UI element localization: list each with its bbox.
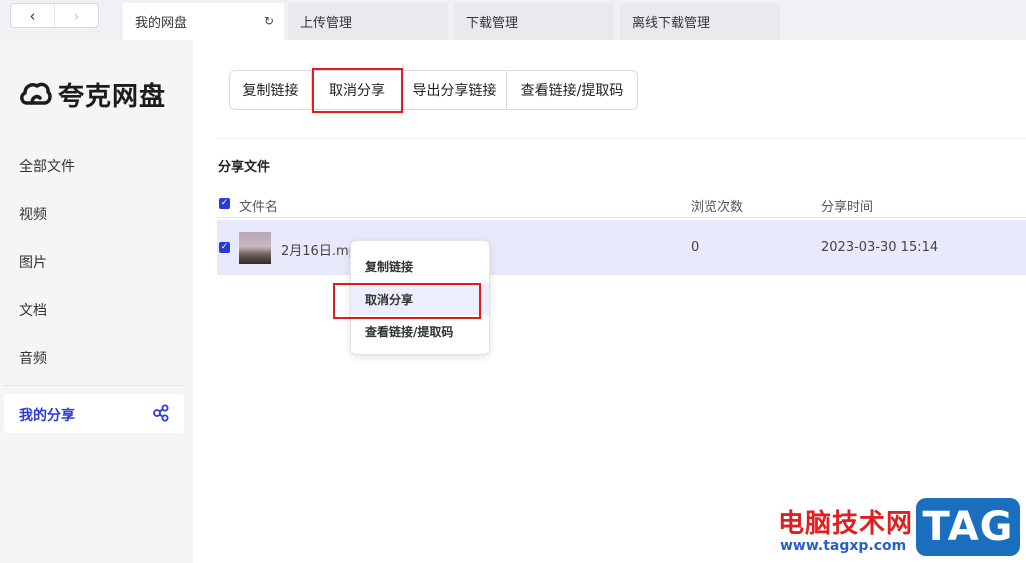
sidebar-item-label: 全部文件 <box>19 159 75 175</box>
tab-bar: ‹ › 我的网盘 ↻ 上传管理 下载管理 离线下载管理 <box>0 0 1026 40</box>
header-divider <box>217 217 1026 218</box>
sidebar-item-my-shares[interactable]: 我的分享 <box>4 394 184 433</box>
history-nav: ‹ › <box>10 3 99 28</box>
watermark-url: www.tagxp.com <box>780 538 907 554</box>
sidebar-item-label: 音频 <box>19 351 47 367</box>
file-name[interactable]: 2月16日.mp <box>281 240 357 259</box>
forward-button[interactable]: › <box>54 4 98 27</box>
row-checkbox[interactable]: ✓ <box>219 242 230 253</box>
view-link-code-button[interactable]: 查看链接/提取码 <box>507 71 637 109</box>
sidebar-item-label: 图片 <box>19 255 47 271</box>
menu-item-copy-link[interactable]: 复制链接 <box>351 250 489 282</box>
cloud-icon <box>18 78 52 112</box>
tab-label: 上传管理 <box>300 16 353 31</box>
button-label: 导出分享链接 <box>412 83 497 99</box>
sidebar-item-audio[interactable]: 音频 <box>19 348 47 368</box>
tab-upload-manager[interactable]: 上传管理 <box>288 3 448 40</box>
button-label: 复制链接 <box>242 83 299 99</box>
export-share-link-button[interactable]: 导出分享链接 <box>403 71 507 109</box>
tab-label: 下载管理 <box>466 16 519 31</box>
share-toolbar: 复制链接 取消分享 导出分享链接 查看链接/提取码 <box>229 70 638 110</box>
chevron-right-icon: › <box>73 6 80 25</box>
sidebar-item-images[interactable]: 图片 <box>19 252 47 272</box>
column-header-name[interactable]: 文件名 <box>239 196 278 215</box>
watermark-badge: TAG <box>916 498 1020 556</box>
copy-link-button[interactable]: 复制链接 <box>230 71 312 109</box>
sidebar-item-all-files[interactable]: 全部文件 <box>19 156 75 176</box>
table-row[interactable]: ✓ 2月16日.mp 0 2023-03-30 15:14 <box>217 220 1026 275</box>
sidebar-divider <box>4 385 184 386</box>
column-header-views[interactable]: 浏览次数 <box>691 196 743 215</box>
check-icon: ✓ <box>220 242 229 252</box>
section-title: 分享文件 <box>218 160 271 175</box>
tab-label: 我的网盘 <box>135 16 188 31</box>
tab-download-manager[interactable]: 下载管理 <box>454 3 614 40</box>
column-header-time[interactable]: 分享时间 <box>821 196 873 215</box>
highlight-box-menu <box>333 283 481 319</box>
menu-item-view-link-code[interactable]: 查看链接/提取码 <box>351 315 489 347</box>
tab-label: 离线下载管理 <box>632 16 711 31</box>
tab-offline-download-manager[interactable]: 离线下载管理 <box>620 3 780 40</box>
logo-text: 夸克网盘 <box>58 82 167 112</box>
view-count: 0 <box>691 240 700 255</box>
content-divider <box>217 138 1026 139</box>
sidebar-item-documents[interactable]: 文档 <box>19 300 47 320</box>
highlight-box-toolbar <box>312 68 403 113</box>
share-time: 2023-03-30 15:14 <box>821 240 939 255</box>
table-header: ✓ 文件名 浏览次数 分享时间 <box>217 190 1026 218</box>
sidebar-item-label: 文档 <box>19 303 47 319</box>
sidebar: 夸克网盘 全部文件 视频 图片 文档 音频 我的分享 <box>0 40 193 563</box>
check-icon: ✓ <box>220 198 229 208</box>
back-button[interactable]: ‹ <box>11 4 54 27</box>
tab-my-drive[interactable]: 我的网盘 ↻ <box>123 3 284 40</box>
sidebar-item-video[interactable]: 视频 <box>19 204 47 224</box>
watermark-title: 电脑技术网 <box>778 509 914 539</box>
refresh-icon[interactable]: ↻ <box>264 14 274 28</box>
button-label: 查看链接/提取码 <box>520 83 624 99</box>
menu-item-label: 查看链接/提取码 <box>365 324 454 339</box>
share-icon <box>152 404 170 426</box>
sidebar-item-label: 视频 <box>19 207 47 223</box>
select-all-checkbox[interactable]: ✓ <box>219 198 230 209</box>
sidebar-item-label: 我的分享 <box>19 408 75 424</box>
app-logo[interactable]: 夸克网盘 <box>18 76 166 113</box>
menu-item-label: 复制链接 <box>365 259 414 274</box>
chevron-left-icon: ‹ <box>29 6 36 25</box>
file-thumbnail <box>239 232 271 264</box>
